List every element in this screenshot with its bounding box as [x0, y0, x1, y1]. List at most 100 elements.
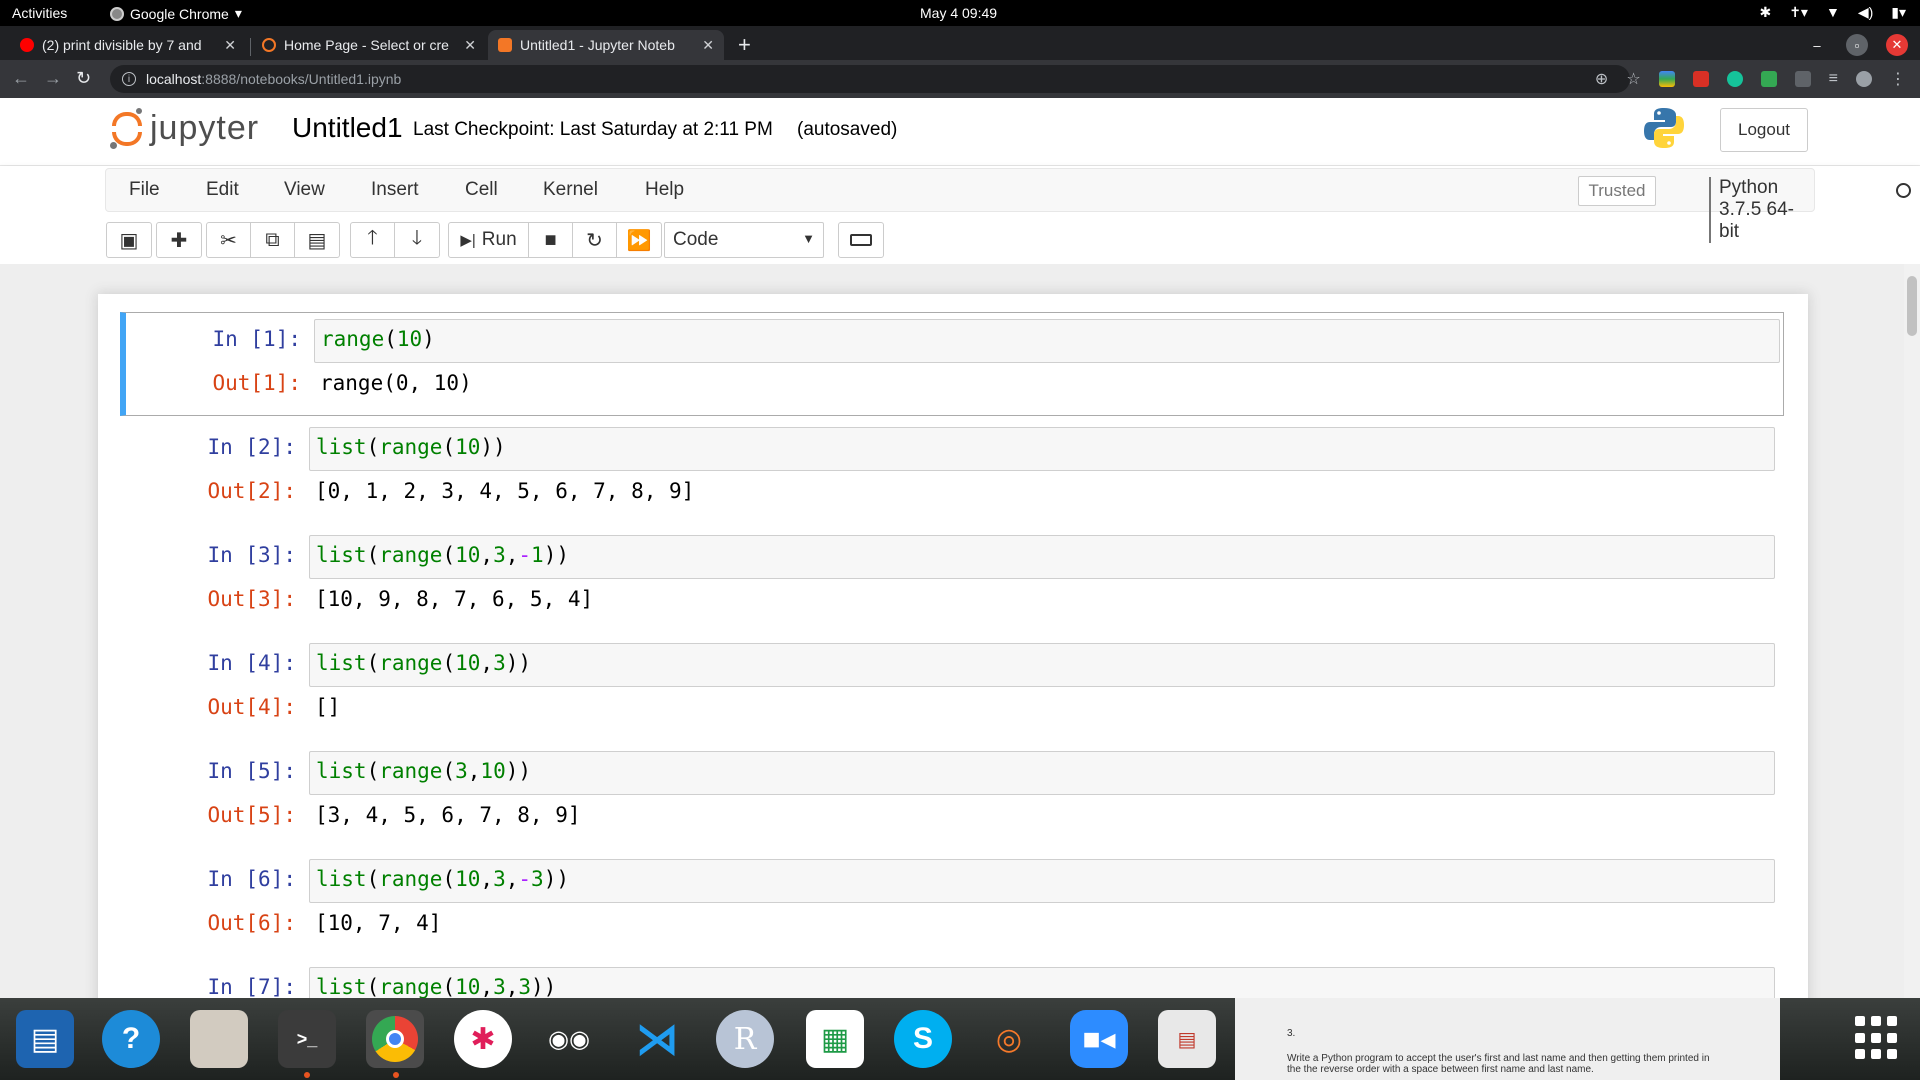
new-tab-button[interactable]: +	[738, 32, 751, 58]
checkpoint-status: Last Checkpoint: Last Saturday at 2:11 P…	[413, 119, 773, 140]
menu-cell[interactable]: Cell	[465, 179, 498, 201]
extension-icon[interactable]	[1794, 71, 1811, 87]
show-applications-icon[interactable]	[1855, 1016, 1899, 1060]
reload-icon[interactable]: ↻	[76, 68, 91, 89]
code-cell[interactable]: In [5]: list(range(3,10)) Out[5]: [3, 4, 5,…	[120, 744, 1784, 848]
zoom-icon[interactable]: ■◂	[1070, 1010, 1128, 1068]
slack-tray-icon[interactable]: ✱	[1759, 4, 1771, 21]
paste-button[interactable]: ▤	[295, 223, 339, 257]
system-tray[interactable]: ✱ ✝▾ ▼ ◀) ▮▾	[1759, 4, 1906, 21]
gimp-icon[interactable]: ◉◉	[540, 1010, 598, 1068]
app-menu[interactable]: Google Chrome ▾	[110, 5, 242, 22]
chrome-icon[interactable]	[366, 1010, 424, 1068]
libreoffice-calc-icon[interactable]: ▦	[806, 1010, 864, 1068]
code-token: ))	[505, 759, 532, 783]
code-editor[interactable]: list(range(3,10))	[309, 751, 1775, 795]
tab-youtube[interactable]: (2) print divisible by 7 and ✕	[10, 30, 246, 60]
code-editor[interactable]: list(range(10,3,-3))	[309, 859, 1775, 903]
files-icon[interactable]	[190, 1010, 248, 1068]
restore-button[interactable]: ▫	[1846, 34, 1868, 56]
run-button[interactable]: ▶| Run	[449, 223, 529, 257]
back-arrow-icon[interactable]: ←	[12, 68, 30, 89]
interrupt-button[interactable]: ■	[529, 223, 573, 257]
extension-icon[interactable]	[1760, 71, 1777, 87]
close-icon[interactable]: ✕	[702, 37, 714, 54]
wifi-icon[interactable]: ▼	[1826, 4, 1840, 21]
more-menu-icon[interactable]: ⋮	[1890, 69, 1906, 89]
copy-button[interactable]: ⧉	[251, 223, 295, 257]
menu-view[interactable]: View	[284, 179, 325, 201]
activities-button[interactable]: Activities	[12, 5, 67, 21]
libreoffice-writer-icon[interactable]: ▤	[16, 1010, 74, 1068]
avatar[interactable]	[1856, 71, 1872, 87]
notebook-name[interactable]: Untitled1	[292, 112, 403, 144]
jupyter-icon	[498, 38, 512, 52]
scrollbar-thumb[interactable]	[1907, 276, 1917, 336]
output-prompt: Out[5]:	[207, 803, 296, 827]
gmail-extension-icon[interactable]	[1692, 71, 1709, 87]
close-window-button[interactable]: ✕	[1886, 34, 1908, 56]
vertical-scrollbar[interactable]	[1904, 264, 1920, 998]
code-cell[interactable]: In [6]: list(range(10,3,-3)) Out[6]: [10, 7…	[120, 852, 1784, 956]
restart-button[interactable]: ↻	[573, 223, 617, 257]
r-icon[interactable]: R	[716, 1010, 774, 1068]
code-token: ))	[480, 435, 506, 459]
code-token: (	[442, 867, 456, 891]
logout-button[interactable]: Logout	[1720, 108, 1808, 152]
insert-cell-button[interactable]: ✚	[157, 223, 201, 257]
code-editor[interactable]: list(range(10))	[309, 427, 1775, 471]
code-editor[interactable]: range(10)	[314, 319, 1780, 363]
document-viewer-icon[interactable]: ▤	[1158, 1010, 1216, 1068]
accessibility-icon[interactable]: ✝▾	[1789, 4, 1808, 21]
move-down-button[interactable]: 🡓	[395, 223, 439, 257]
cell-type-select[interactable]: Code ▼	[664, 222, 824, 258]
grammarly-icon[interactable]	[1726, 71, 1743, 87]
forward-arrow-icon[interactable]: →	[44, 68, 62, 89]
restart-run-all-button[interactable]: ⏩	[617, 223, 661, 257]
code-token: ))	[543, 867, 569, 891]
code-cell[interactable]: In [3]: list(range(10,3,-1)) Out[3]: [10, 9…	[120, 528, 1784, 632]
info-icon[interactable]: i	[122, 72, 136, 86]
menu-kernel[interactable]: Kernel	[543, 179, 598, 201]
code-cell[interactable]: In [4]: list(range(10,3)) Out[4]:[]	[120, 636, 1784, 740]
save-button[interactable]: ▣	[107, 223, 151, 257]
command-palette-button[interactable]	[838, 222, 884, 258]
code-cell[interactable]: In [7]: list(range(10,3,3))	[120, 960, 1784, 998]
tab-home-page[interactable]: Home Page - Select or cre ✕	[252, 30, 486, 60]
code-editor[interactable]: list(range(10,3,-1))	[309, 535, 1775, 579]
address-bar[interactable]: i localhost:8888/notebooks/Untitled1.ipy…	[110, 65, 1630, 93]
code-cell[interactable]: In [2]: list(range(10)) Out[2]: [0, 1, 2, 3…	[120, 420, 1784, 524]
zoom-icon[interactable]: ⊕	[1595, 69, 1608, 89]
skype-icon[interactable]: S	[894, 1010, 952, 1068]
menu-help[interactable]: Help	[645, 179, 684, 201]
code-cell[interactable]: In [1]: range(10) Out[1]: range(0, 10)	[120, 312, 1784, 416]
minimize-button[interactable]: –	[1806, 34, 1828, 56]
jupyter-logo[interactable]: jupyter	[110, 108, 259, 149]
menu-edit[interactable]: Edit	[206, 179, 239, 201]
volume-icon[interactable]: ◀)	[1858, 4, 1873, 21]
move-up-button[interactable]: 🡑	[351, 223, 395, 257]
media-controls-icon[interactable]: ≡	[1829, 70, 1838, 88]
close-icon[interactable]: ✕	[464, 37, 476, 54]
bookmark-star-icon[interactable]: ☆	[1626, 69, 1640, 89]
trusted-indicator[interactable]: Trusted	[1578, 176, 1656, 206]
code-editor[interactable]: list(range(10,3,3))	[309, 967, 1775, 998]
battery-icon[interactable]: ▮▾	[1891, 4, 1906, 21]
blender-icon[interactable]: ◎	[980, 1010, 1038, 1068]
code-editor[interactable]: list(range(10,3))	[309, 643, 1775, 687]
clock[interactable]: May 4 09:49	[920, 5, 997, 21]
extension-icon[interactable]	[1658, 71, 1675, 87]
plus-icon: ✚	[170, 229, 188, 252]
menu-insert[interactable]: Insert	[371, 179, 419, 201]
vscode-icon[interactable]: ⋊	[628, 1010, 686, 1068]
cut-button[interactable]: ✂	[207, 223, 251, 257]
notebook-area[interactable]: In [1]: range(10) Out[1]: range(0, 10) In [2…	[0, 264, 1920, 998]
terminal-icon[interactable]: >_	[278, 1010, 336, 1068]
window-preview[interactable]: 3. Write a Python program to accept the …	[1235, 998, 1780, 1080]
help-icon[interactable]: ?	[102, 1010, 160, 1068]
close-icon[interactable]: ✕	[224, 37, 236, 54]
kernel-name[interactable]: Python 3.7.5 64-bit	[1709, 177, 1814, 243]
tab-untitled1[interactable]: Untitled1 - Jupyter Noteb ✕	[488, 30, 724, 60]
slack-icon[interactable]: ✱	[454, 1010, 512, 1068]
menu-file[interactable]: File	[129, 179, 160, 201]
